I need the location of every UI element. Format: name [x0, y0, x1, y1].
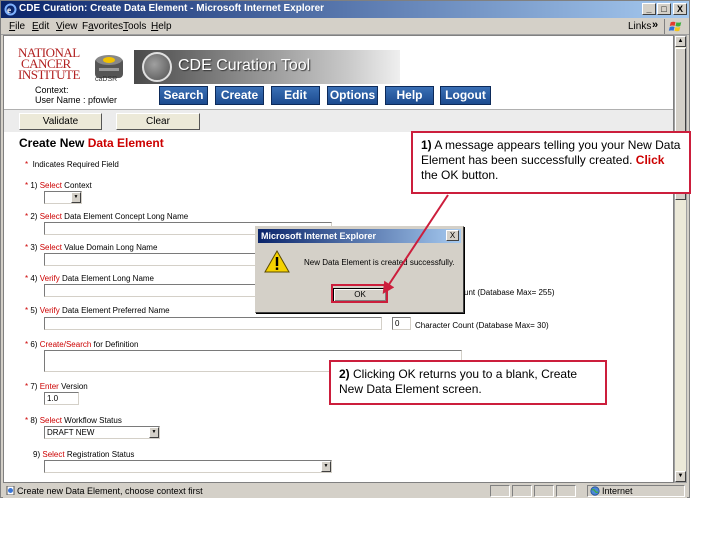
ok-button[interactable]: OK: [333, 288, 387, 302]
title-bar[interactable]: e CDE Curation: Create Data Element - Mi…: [1, 1, 689, 18]
dialog-title-bar[interactable]: Microsoft Internet Explorer: [258, 229, 461, 243]
field-label-dec: * 2) Select Data Element Concept Long Na…: [25, 212, 189, 221]
nav-logout-button[interactable]: Logout: [440, 86, 491, 105]
nav-create-button[interactable]: Create: [215, 86, 264, 105]
menu-favorites[interactable]: Favorites: [82, 21, 123, 32]
nav-search-button[interactable]: Search: [159, 86, 208, 105]
field-label-preferred-name: * 5) Verify Data Element Preferred Name: [25, 306, 170, 315]
version-field[interactable]: 1.0: [44, 392, 79, 405]
chevron-down-icon: ▼: [321, 461, 331, 472]
vertical-scrollbar[interactable]: ▲ ▼: [674, 35, 687, 483]
window-title: CDE Curation: Create Data Element - Micr…: [19, 3, 325, 14]
status-text: Create new Data Element, choose context …: [17, 486, 203, 496]
field-label-value-domain: * 3) Select Value Domain Long Name: [25, 243, 158, 252]
windows-logo-icon: [664, 19, 682, 34]
scroll-up-icon[interactable]: ▲: [675, 36, 686, 47]
close-button[interactable]: X: [673, 3, 687, 15]
nci-logo[interactable]: NATIONAL CANCER INSTITUTE: [18, 46, 86, 89]
action-toolbar: Validate Clear: [4, 110, 673, 132]
field-label-workflow: * 8) Select Workflow Status: [25, 416, 122, 425]
globe-icon: [590, 486, 600, 496]
svg-text:e: e: [7, 5, 11, 15]
chevron-down-icon: ▼: [149, 427, 159, 438]
status-segment: [556, 485, 576, 497]
user-name-label: User Name : pfowler: [35, 95, 118, 105]
banner-emblem-icon: [142, 52, 172, 82]
callout-step-1: 1) A message appears telling you your Ne…: [411, 131, 691, 194]
dialog-message: New Data Element is created successfully…: [304, 258, 455, 267]
status-bar: Create new Data Element, choose context …: [3, 484, 687, 498]
field-label-de-long-name: * 4) Verify Data Element Long Name: [25, 274, 155, 283]
dialog-title: Microsoft Internet Explorer: [261, 231, 377, 241]
field-label-version: * 7) Enter Version: [25, 382, 88, 391]
links-toolbar[interactable]: Links: [628, 21, 651, 32]
menu-edit[interactable]: Edit: [32, 21, 49, 32]
preferred-name-field[interactable]: [44, 317, 382, 330]
de-long-name-field[interactable]: [44, 284, 260, 297]
long-name-count-label: unt (Database Max= 255): [464, 288, 555, 297]
status-segment: [490, 485, 510, 497]
page-title: Create New Data Element: [19, 136, 164, 150]
internet-explorer-icon: e: [4, 3, 17, 16]
field-label-registration: 9) Select Registration Status: [33, 450, 135, 459]
context-label: Context:: [35, 85, 69, 95]
warning-icon: [264, 250, 290, 273]
minimize-button[interactable]: _: [642, 3, 656, 15]
required-note: * Indicates Required Field: [25, 160, 119, 169]
maximize-button[interactable]: □: [657, 3, 671, 15]
chevron-down-icon: ▼: [71, 192, 81, 203]
preferred-count-label: Character Count (Database Max= 30): [415, 321, 549, 330]
status-segment: [512, 485, 532, 497]
nav-help-button[interactable]: Help: [385, 86, 434, 105]
field-label-definition: * 6) Create/Search for Definition: [25, 340, 139, 349]
clear-button[interactable]: Clear: [116, 113, 200, 130]
message-dialog: Microsoft Internet Explorer X New Data E…: [255, 226, 464, 313]
nav-options-button[interactable]: Options: [327, 86, 378, 105]
tool-title: CDE Curation Tool: [178, 57, 311, 74]
status-segment: [534, 485, 554, 497]
tool-banner: CDE Curation Tool: [134, 50, 400, 84]
validate-button[interactable]: Validate: [19, 113, 102, 130]
menu-help[interactable]: Help: [151, 21, 172, 32]
menu-tools[interactable]: Tools: [123, 21, 146, 32]
page-icon: [6, 486, 15, 495]
nav-edit-button[interactable]: Edit: [271, 86, 320, 105]
security-zone-label: Internet: [602, 486, 633, 496]
context-select[interactable]: ▼: [44, 191, 82, 204]
dialog-close-button[interactable]: X: [446, 230, 459, 241]
links-chevron-icon[interactable]: »: [652, 19, 658, 31]
menu-view[interactable]: View: [56, 21, 78, 32]
callout-step-2: 2) Clicking OK returns you to a blank, C…: [329, 360, 607, 405]
menu-file[interactable]: File: [9, 21, 25, 32]
menu-bar: File Edit View Favorites Tools Help Link…: [1, 18, 689, 35]
scroll-down-icon[interactable]: ▼: [675, 471, 686, 482]
cadsr-label: caDSR: [95, 76, 118, 83]
registration-status-select[interactable]: ▼: [44, 460, 332, 473]
field-label-context: * 1) Select Context: [25, 181, 92, 190]
workflow-status-select[interactable]: DRAFT NEW ▼: [44, 426, 160, 439]
preferred-count-field: 0: [392, 317, 411, 330]
